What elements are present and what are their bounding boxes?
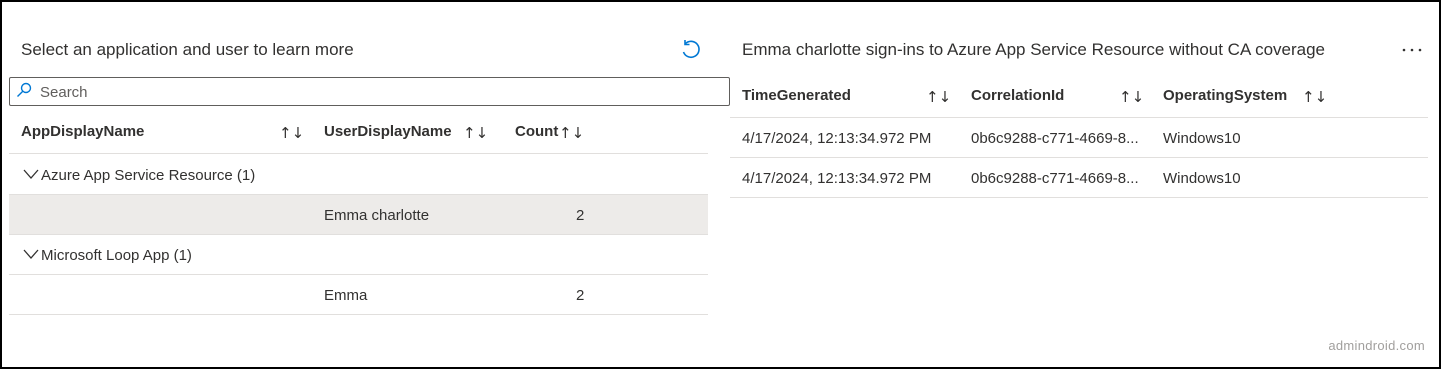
- time-cell: 4/17/2024, 12:13:34.972 PM: [742, 170, 932, 187]
- user-cell: Emma charlotte: [324, 207, 430, 224]
- search-icon: [17, 82, 32, 97]
- user-cell: Emma: [324, 287, 368, 304]
- group-row-azure-app-service[interactable]: Azure App Service Resource (1): [9, 155, 708, 195]
- group-row-microsoft-loop-app[interactable]: Microsoft Loop App (1): [9, 235, 708, 275]
- group-label: Azure App Service Resource (1): [41, 167, 256, 184]
- left-table-header-row: [9, 114, 708, 154]
- search-input[interactable]: [40, 81, 720, 103]
- correlation-cell: 0b6c9288-c771-4669-8...: [971, 130, 1139, 147]
- watermark: admindroid.com: [1328, 338, 1425, 353]
- refresh-icon[interactable]: [679, 39, 701, 61]
- count-cell: 2: [576, 207, 585, 224]
- table-row[interactable]: 4/17/2024, 12:13:34.972 PM 0b6c9288-c771…: [730, 158, 1428, 198]
- chevron-down-icon[interactable]: [23, 168, 39, 180]
- correlation-cell: 0b6c9288-c771-4669-8...: [971, 170, 1139, 187]
- right-table-header-row: [730, 78, 1428, 118]
- table-row[interactable]: Emma charlotte 2: [9, 195, 708, 235]
- chevron-down-icon[interactable]: [23, 248, 39, 260]
- os-cell: Windows10: [1163, 170, 1241, 187]
- dashboard-frame: Select an application and user to learn …: [0, 0, 1441, 369]
- left-panel-title: Select an application and user to learn …: [21, 40, 354, 59]
- time-cell: 4/17/2024, 12:13:34.972 PM: [742, 130, 932, 147]
- count-cell: 2: [576, 287, 585, 304]
- os-cell: Windows10: [1163, 130, 1241, 147]
- more-icon[interactable]: [1401, 40, 1423, 60]
- table-row[interactable]: 4/17/2024, 12:13:34.972 PM 0b6c9288-c771…: [730, 118, 1428, 158]
- right-panel-title: Emma charlotte sign-ins to Azure App Ser…: [742, 40, 1326, 59]
- group-label: Microsoft Loop App (1): [41, 247, 192, 264]
- search-box[interactable]: [9, 77, 730, 106]
- table-row[interactable]: Emma 2: [9, 275, 708, 315]
